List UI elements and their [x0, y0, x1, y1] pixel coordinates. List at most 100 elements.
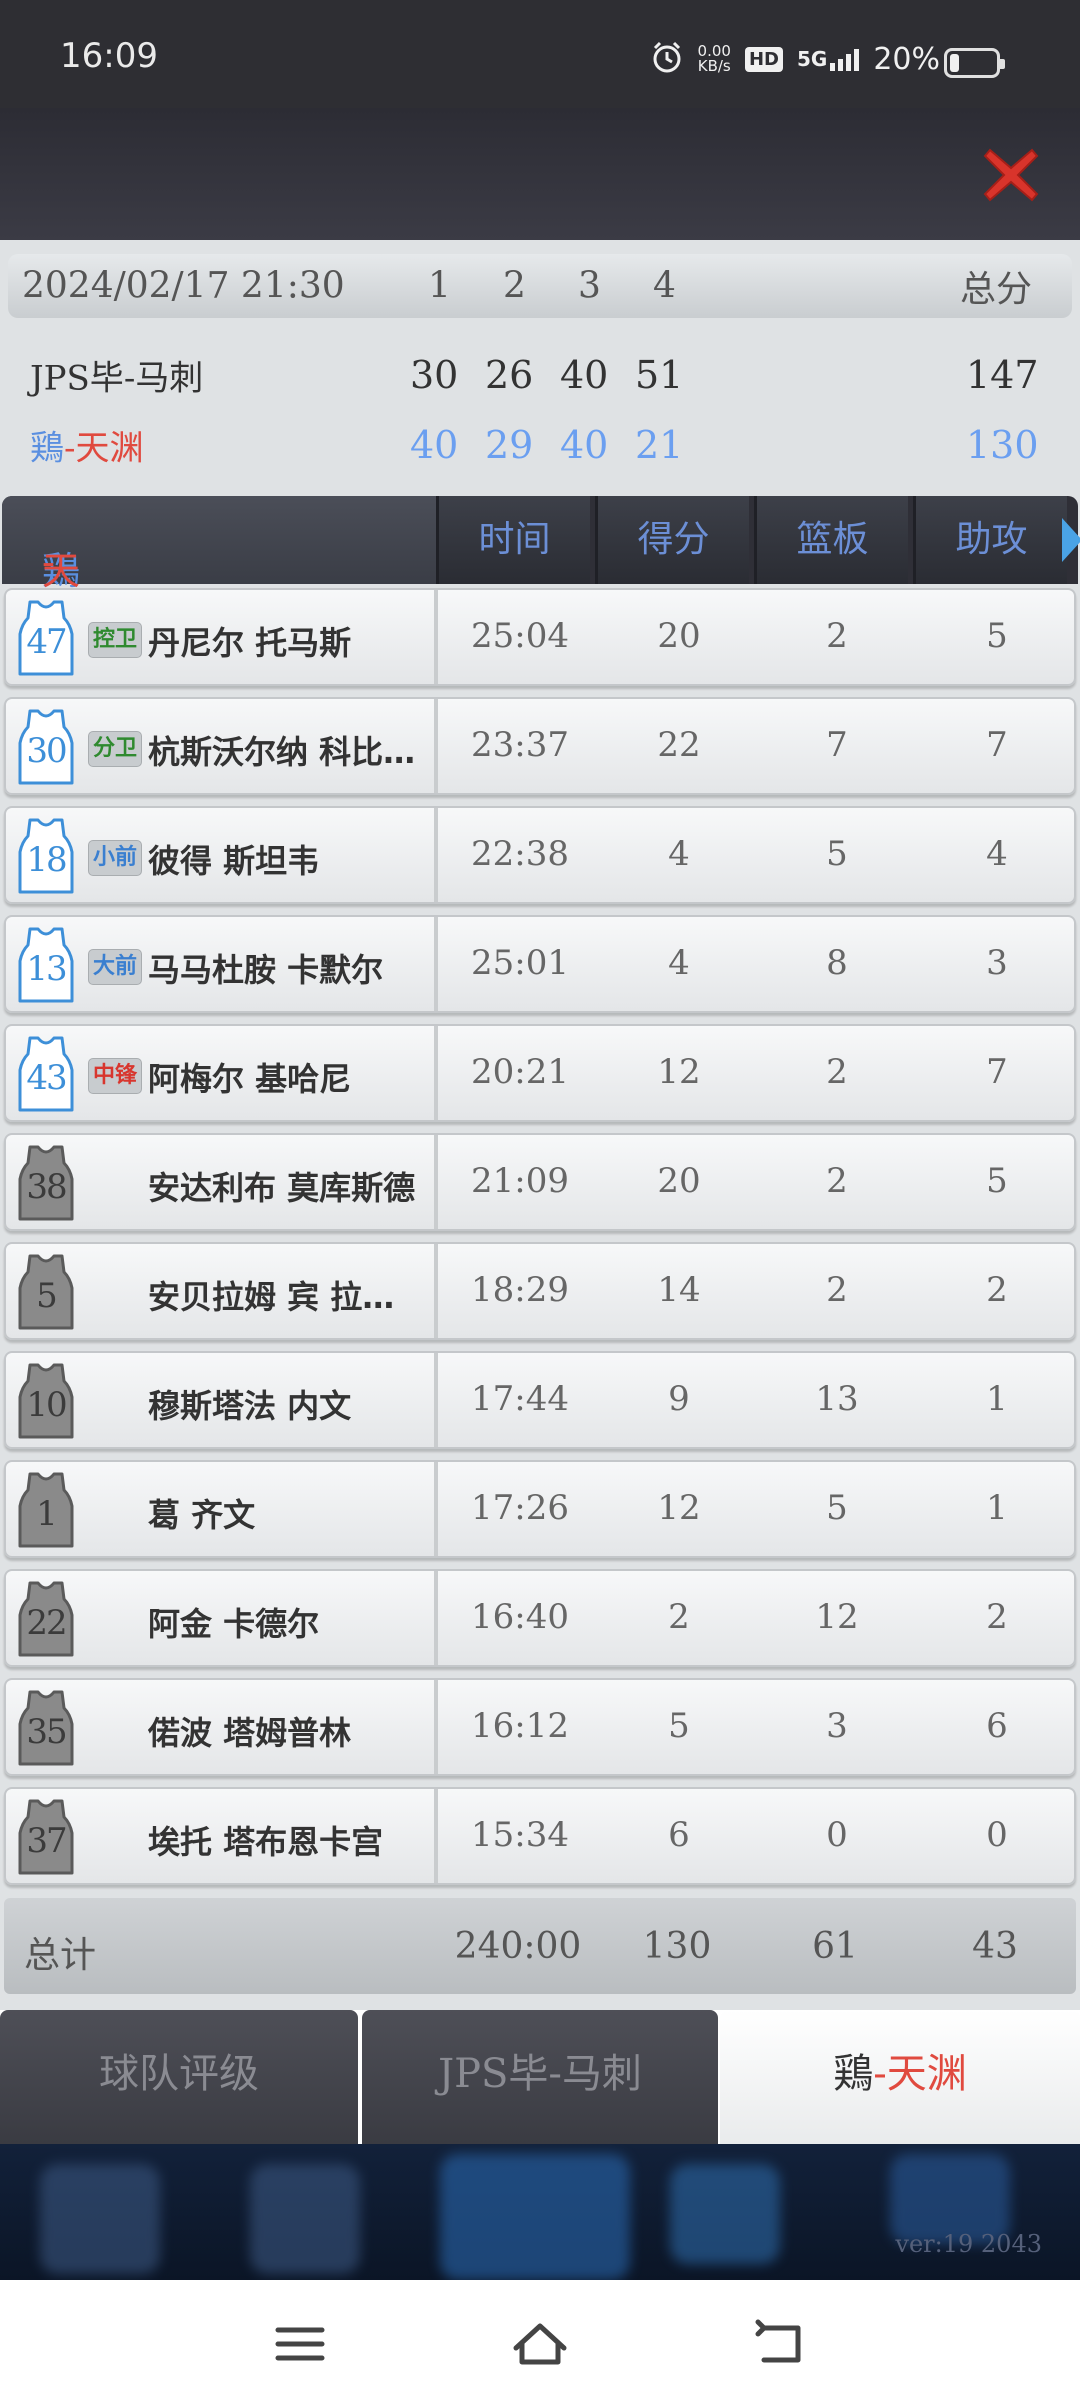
version-label: ver:19 2043 [895, 2230, 1042, 2258]
player-name: 穆斯塔法 内文 [148, 1387, 352, 1425]
player-time: 17:44 [471, 1379, 569, 1419]
jersey-icon: 22 [14, 1579, 78, 1659]
team-a-total: 147 [966, 353, 1039, 397]
tab-team-a[interactable]: JPS毕-马刺 [362, 2010, 718, 2144]
team-a-name: JPS毕-马刺 [30, 351, 203, 400]
tab-team-rating[interactable]: 球队评级 [0, 2010, 358, 2144]
player-points: 20 [657, 616, 701, 656]
player-info: 13 大前 马马杜胺 卡默尔 [6, 917, 438, 1011]
hd-icon: HD [744, 46, 783, 72]
jersey-number: 1 [36, 1494, 58, 1534]
network-type: 5G [796, 47, 828, 71]
jersey-number: 13 [26, 949, 67, 989]
player-info: 22 阿金 卡德尔 [6, 1571, 438, 1665]
position-badge: 小前 [88, 840, 143, 876]
system-nav-bar [0, 2280, 1080, 2408]
team-a-sep: - [123, 358, 136, 399]
top-bar [0, 108, 1080, 240]
team-b-q3: 40 [560, 423, 609, 467]
close-icon[interactable] [980, 144, 1042, 206]
blurred-menu-icon [440, 2154, 630, 2280]
quarter-4-label: 4 [653, 265, 676, 307]
player-row[interactable]: 30 分卫 杭斯沃尔纳 科比… 23:37 22 7 7 [4, 697, 1076, 795]
player-name: 杭斯沃尔纳 科比… [148, 733, 416, 771]
tab-team-a-label: 马刺 [561, 2051, 642, 2097]
player-row[interactable]: 35 偌波 塔姆普林 16:12 5 3 6 [4, 1678, 1076, 1776]
tab-team-b[interactable]: 鶏-天渊 [720, 2010, 1080, 2144]
status-bar: 16:09 0.00 KB/s HD 5G 20% [0, 0, 1080, 108]
player-time: 16:12 [471, 1706, 569, 1746]
player-assists: 7 [986, 725, 1008, 765]
player-assists: 2 [986, 1597, 1008, 1637]
player-name: 葛 齐文 [148, 1496, 256, 1534]
player-rebounds: 2 [826, 1052, 848, 1092]
team-b-q2: 29 [485, 423, 534, 467]
tab-team-a-prefix: JPS毕 [438, 2051, 549, 2097]
player-points: 6 [668, 1815, 690, 1855]
player-info: 38 安达利布 莫库斯德 [6, 1135, 438, 1229]
player-time: 15:34 [471, 1815, 569, 1855]
player-assists: 2 [986, 1270, 1008, 1310]
player-time: 22:38 [471, 834, 569, 874]
net-speed-unit: KB/s [697, 57, 731, 75]
player-assists: 1 [986, 1488, 1008, 1528]
scroll-right-arrow-icon[interactable] [1062, 518, 1080, 562]
player-time: 17:26 [471, 1488, 569, 1528]
player-row[interactable]: 47 控卫 丹尼尔 托马斯 25:04 20 2 5 [4, 588, 1076, 686]
jersey-icon: 5 [14, 1252, 78, 1332]
home-icon[interactable] [510, 2316, 570, 2372]
team-b-prefix: 鶏 [30, 428, 64, 469]
team-b-score-row: 鶏-天渊 40 29 40 21 130 [0, 410, 1080, 480]
position-badge: 中锋 [88, 1058, 143, 1094]
player-name: 安达利布 莫库斯德 [148, 1169, 416, 1207]
player-row[interactable]: 1 葛 齐文 17:26 12 5 1 [4, 1460, 1076, 1558]
team-b-label: 天渊 [75, 428, 144, 469]
player-info: 47 控卫 丹尼尔 托马斯 [6, 590, 438, 684]
player-info: 1 葛 齐文 [6, 1462, 438, 1556]
team-b-sep: - [64, 428, 76, 469]
jersey-icon: 18 [14, 816, 78, 896]
player-table-header: 鶏-天渊 时间 得分 篮板 助攻 [2, 496, 1080, 648]
player-row[interactable]: 37 埃托 塔布恩卡宫 15:34 6 0 0 [4, 1787, 1076, 1885]
player-rebounds: 0 [826, 1815, 848, 1855]
player-rebounds: 2 [826, 616, 848, 656]
player-time: 21:09 [471, 1161, 569, 1201]
position-badge: 大前 [88, 949, 143, 985]
column-assists[interactable]: 助攻 [913, 496, 1067, 584]
player-points: 22 [657, 725, 701, 765]
player-row[interactable]: 43 中锋 阿梅尔 基哈尼 20:21 12 2 7 [4, 1024, 1076, 1122]
blurred-game-menu: ver:19 2043 [0, 2144, 1080, 2280]
quarter-1-label: 1 [428, 265, 451, 307]
back-icon[interactable] [750, 2316, 810, 2372]
jersey-icon: 1 [14, 1470, 78, 1550]
player-name: 彼得 斯坦韦 [148, 842, 320, 880]
jersey-icon: 47 [14, 598, 78, 678]
player-info: 18 小前 彼得 斯坦韦 [6, 808, 438, 902]
totals-row: 总计 240:00 130 61 43 [4, 1898, 1076, 1994]
player-row[interactable]: 38 安达利布 莫库斯德 21:09 20 2 5 [4, 1133, 1076, 1231]
column-points[interactable]: 得分 [595, 496, 749, 584]
player-rebounds: 2 [826, 1161, 848, 1201]
player-row[interactable]: 10 穆斯塔法 内文 17:44 9 13 1 [4, 1351, 1076, 1449]
totals-points: 130 [642, 1926, 712, 1967]
jersey-icon: 13 [14, 925, 78, 1005]
player-row[interactable]: 5 安贝拉姆 宾 拉… 18:29 14 2 2 [4, 1242, 1076, 1340]
player-row[interactable]: 13 大前 马马杜胺 卡默尔 25:01 4 8 3 [4, 915, 1076, 1013]
tab-team-b-prefix: 鶏 [833, 2051, 874, 2097]
column-rebounds[interactable]: 篮板 [754, 496, 908, 584]
player-row[interactable]: 22 阿金 卡德尔 16:40 2 12 2 [4, 1569, 1076, 1667]
column-time[interactable]: 时间 [436, 496, 590, 584]
player-info: 30 分卫 杭斯沃尔纳 科比… [6, 699, 438, 793]
signal-icon: 5G [796, 47, 860, 71]
menu-icon[interactable] [270, 2316, 330, 2372]
status-icons: 0.00 KB/s HD 5G 20% [650, 40, 940, 78]
jersey-number: 35 [26, 1712, 67, 1752]
jersey-number: 47 [26, 622, 67, 662]
player-points: 9 [668, 1379, 690, 1419]
player-time: 20:21 [471, 1052, 569, 1092]
player-row[interactable]: 18 小前 彼得 斯坦韦 22:38 4 5 4 [4, 806, 1076, 904]
player-time: 25:01 [471, 943, 569, 983]
team-a-label: 马刺 [135, 358, 204, 399]
tab-team-b-label: 天渊 [886, 2051, 967, 2097]
net-speed: 0.00 KB/s [698, 44, 731, 74]
